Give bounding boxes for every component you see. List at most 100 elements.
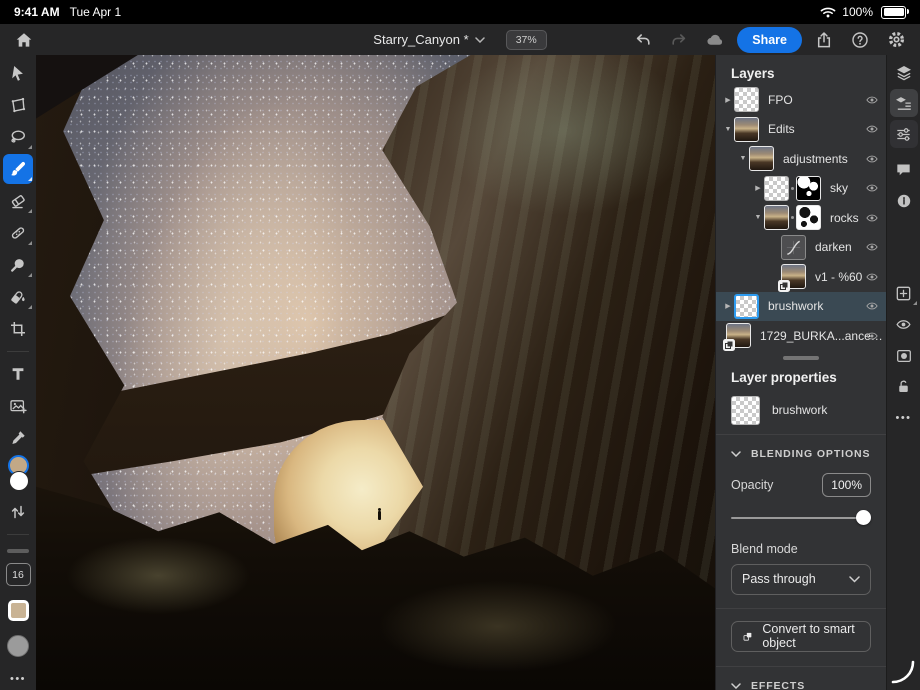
layer-thumbnail[interactable] bbox=[764, 176, 789, 201]
visibility-eye-icon[interactable] bbox=[865, 181, 879, 195]
slider-track[interactable] bbox=[731, 517, 871, 519]
layer-row-sky[interactable]: sky bbox=[716, 174, 886, 204]
layer-thumbnail[interactable] bbox=[764, 205, 789, 230]
add-layer-button[interactable] bbox=[887, 278, 920, 309]
zoom-level-badge[interactable]: 37% bbox=[506, 30, 547, 50]
brush-color-swatch[interactable] bbox=[8, 600, 29, 621]
background-color-well[interactable] bbox=[9, 471, 29, 491]
color-wells[interactable] bbox=[0, 454, 36, 496]
visibility-eye-icon[interactable] bbox=[865, 299, 879, 313]
slider-knob[interactable] bbox=[856, 510, 871, 525]
layers-panel-title: Layers bbox=[716, 55, 886, 85]
layer-mask-thumbnail[interactable] bbox=[796, 205, 821, 230]
layer-row-adjustments[interactable]: adjustments bbox=[716, 144, 886, 174]
brush-tool[interactable] bbox=[0, 153, 36, 185]
toolbar-divider bbox=[7, 351, 29, 352]
transform-tool[interactable] bbox=[0, 89, 36, 121]
opacity-slider[interactable] bbox=[731, 510, 871, 526]
toolbar-drag-handle[interactable] bbox=[7, 549, 29, 553]
layer-thumbnail[interactable] bbox=[734, 117, 759, 142]
help-button[interactable] bbox=[846, 27, 874, 53]
document-title[interactable]: Starry_Canyon * bbox=[373, 32, 484, 47]
crop-tool[interactable] bbox=[0, 313, 36, 345]
cloud-sync-icon[interactable] bbox=[701, 27, 729, 53]
layer-thumbnail[interactable] bbox=[749, 146, 774, 171]
eraser-tool[interactable] bbox=[0, 185, 36, 217]
opacity-value-field[interactable]: 100% bbox=[822, 473, 871, 497]
eyedropper-tool[interactable] bbox=[0, 422, 36, 454]
visibility-eye-icon[interactable] bbox=[865, 93, 879, 107]
convert-to-smart-object-button[interactable]: Convert to smart object bbox=[731, 621, 871, 652]
layer-visibility-button[interactable] bbox=[887, 309, 920, 340]
panel-divider bbox=[716, 608, 886, 609]
layer-row-v1[interactable]: v1 - %60 bbox=[716, 262, 886, 292]
toolbar-divider bbox=[7, 534, 29, 535]
layer-mask-thumbnail[interactable] bbox=[796, 176, 821, 201]
layers-panel: Layers FPO Edits adjustments sky bbox=[715, 55, 886, 690]
layers-panel-button[interactable] bbox=[887, 57, 920, 88]
settings-gear-button[interactable] bbox=[882, 27, 910, 53]
selected-layer-thumbnail[interactable] bbox=[734, 294, 759, 319]
chevron-down-icon bbox=[475, 37, 485, 43]
layer-more-options-button[interactable] bbox=[887, 402, 920, 433]
panel-resize-handle[interactable] bbox=[783, 356, 819, 360]
clone-stamp-tool[interactable] bbox=[0, 249, 36, 281]
chevron-down-icon bbox=[849, 576, 860, 583]
adjustments-panel-button[interactable] bbox=[887, 119, 920, 150]
visibility-eye-icon[interactable] bbox=[865, 211, 879, 225]
lock-layer-button[interactable] bbox=[887, 371, 920, 402]
layer-row-1729-burka[interactable]: 1729_BURKA...anced-NR33 bbox=[716, 321, 886, 351]
layer-row-rocks[interactable]: rocks bbox=[716, 203, 886, 233]
mask-link-dot bbox=[791, 187, 794, 190]
info-panel-button[interactable] bbox=[887, 185, 920, 216]
home-button[interactable] bbox=[10, 27, 38, 53]
smart-object-icon bbox=[742, 629, 753, 644]
brush-size-badge[interactable]: 16 bbox=[6, 563, 31, 586]
document-canvas[interactable] bbox=[36, 55, 715, 690]
visibility-eye-icon[interactable] bbox=[865, 122, 879, 136]
swap-colors-button[interactable] bbox=[0, 496, 36, 528]
effects-header[interactable]: EFFECTS bbox=[716, 667, 886, 690]
type-tool[interactable] bbox=[0, 358, 36, 390]
smart-object-thumbnail[interactable] bbox=[781, 264, 806, 289]
toolbar-more-button[interactable] bbox=[10, 673, 26, 685]
healing-brush-tool[interactable] bbox=[0, 217, 36, 249]
visibility-eye-icon[interactable] bbox=[865, 329, 879, 343]
layer-properties-panel-button[interactable] bbox=[887, 88, 920, 119]
blend-mode-dropdown[interactable]: Pass through bbox=[731, 564, 871, 595]
battery-icon bbox=[881, 6, 906, 19]
redo-button[interactable] bbox=[665, 27, 693, 53]
visibility-eye-icon[interactable] bbox=[865, 240, 879, 254]
export-icon[interactable] bbox=[810, 27, 838, 53]
add-mask-button[interactable] bbox=[887, 340, 920, 371]
blend-mode-label: Blend mode bbox=[716, 526, 886, 556]
layer-row-fpo[interactable]: FPO bbox=[716, 85, 886, 115]
comments-panel-button[interactable] bbox=[887, 154, 920, 185]
brush-preview-swatch[interactable] bbox=[7, 635, 29, 657]
lasso-select-tool[interactable] bbox=[0, 121, 36, 153]
photoshop-ipad-app: 9:41 AM Tue Apr 1 100% Starry_Canyon * 3… bbox=[0, 0, 920, 690]
visibility-eye-icon[interactable] bbox=[865, 152, 879, 166]
layer-row-darken[interactable]: darken bbox=[716, 233, 886, 263]
visibility-eye-icon[interactable] bbox=[865, 270, 879, 284]
layer-thumbnail[interactable] bbox=[734, 87, 759, 112]
disclosure-expanded-icon[interactable] bbox=[722, 126, 734, 133]
disclosure-expanded-icon[interactable] bbox=[737, 155, 749, 162]
share-button[interactable]: Share bbox=[737, 27, 802, 53]
blending-options-header[interactable]: BLENDING OPTIONS bbox=[716, 435, 886, 460]
disclosure-collapsed-icon[interactable] bbox=[722, 302, 734, 310]
disclosure-collapsed-icon[interactable] bbox=[722, 96, 734, 104]
smart-object-thumbnail[interactable] bbox=[726, 323, 751, 348]
place-photo-tool[interactable] bbox=[0, 390, 36, 422]
fill-bucket-tool[interactable] bbox=[0, 281, 36, 313]
disclosure-expanded-icon[interactable] bbox=[752, 214, 764, 221]
disclosure-collapsed-icon[interactable] bbox=[752, 184, 764, 192]
undo-button[interactable] bbox=[629, 27, 657, 53]
layer-row-brushwork-selected[interactable]: brushwork bbox=[716, 292, 886, 322]
wifi-icon bbox=[820, 6, 836, 18]
move-tool[interactable] bbox=[0, 57, 36, 89]
adjustment-curves-thumbnail[interactable] bbox=[781, 235, 806, 260]
smart-object-badge-icon bbox=[778, 280, 790, 292]
layer-row-edits[interactable]: Edits bbox=[716, 115, 886, 145]
selected-layer-summary: brushwork bbox=[716, 389, 886, 434]
